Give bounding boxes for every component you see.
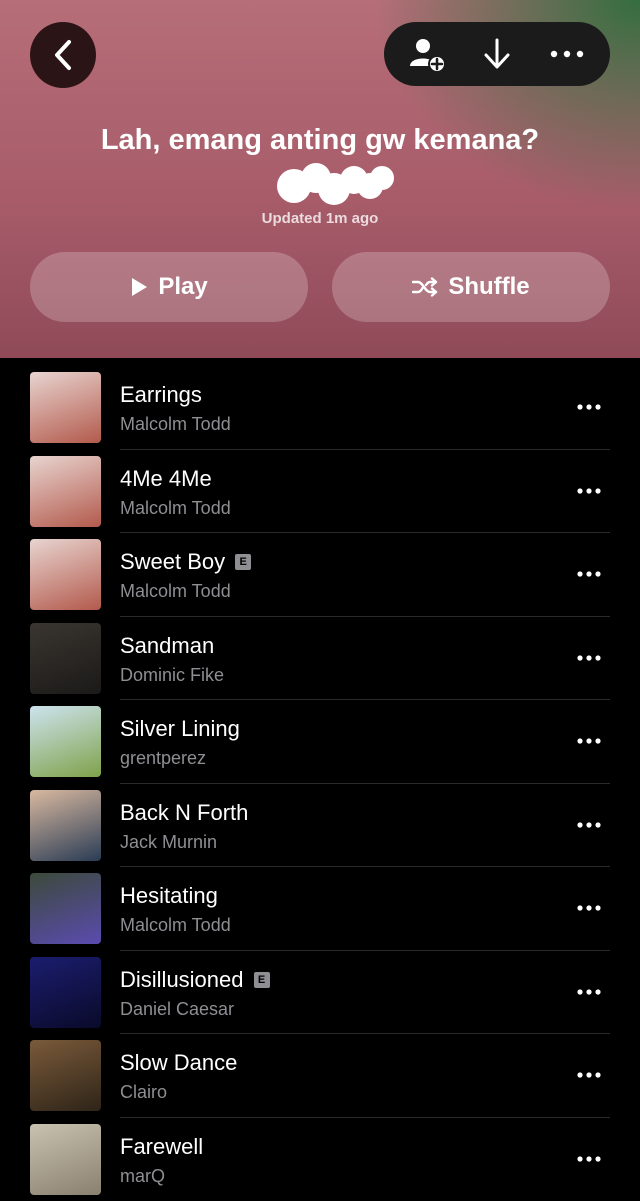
song-title-text: Disillusioned <box>120 967 244 993</box>
album-artwork <box>30 539 101 610</box>
song-more-button[interactable] <box>572 563 606 585</box>
back-button[interactable] <box>30 22 96 88</box>
download-button[interactable] <box>473 30 521 78</box>
add-person-icon <box>407 34 447 74</box>
shuffle-label: Shuffle <box>448 273 529 301</box>
song-more-button[interactable] <box>572 897 606 919</box>
song-row[interactable]: Sandman Dominic Fike <box>0 617 640 701</box>
playlist-title: Lah, emang anting gw kemana? <box>0 124 640 157</box>
song-title-text: 4Me 4Me <box>120 466 212 492</box>
play-label: Play <box>158 273 207 301</box>
song-more-button[interactable] <box>572 1064 606 1086</box>
song-row[interactable]: Farewell marQ <box>0 1118 640 1201</box>
more-options-button[interactable] <box>543 30 591 78</box>
song-more-button[interactable] <box>572 730 606 752</box>
song-title: Silver Lining <box>120 716 240 742</box>
playlist-header: Lah, emang anting gw kemana? Updated 1m … <box>0 0 640 358</box>
song-title: Farewell <box>120 1134 203 1160</box>
song-artist: Malcolm Todd <box>120 498 231 519</box>
song-title-text: Earrings <box>120 382 202 408</box>
album-artwork <box>30 873 101 944</box>
song-row[interactable]: Earrings Malcolm Todd <box>0 366 640 450</box>
more-horizontal-icon <box>550 50 584 58</box>
song-title-text: Hesitating <box>120 883 218 909</box>
song-row[interactable]: Sweet Boy EMalcolm Todd <box>0 533 640 617</box>
chevron-left-icon <box>52 39 74 71</box>
more-horizontal-icon <box>577 488 601 494</box>
song-title-text: Silver Lining <box>120 716 240 742</box>
more-horizontal-icon <box>577 905 601 911</box>
song-artist: Jack Murnin <box>120 832 217 853</box>
more-horizontal-icon <box>577 822 601 828</box>
song-more-button[interactable] <box>572 647 606 669</box>
song-title: Hesitating <box>120 883 218 909</box>
song-title-text: Sandman <box>120 633 214 659</box>
song-title: 4Me 4Me <box>120 466 212 492</box>
album-artwork <box>30 790 101 861</box>
album-artwork <box>30 1124 101 1195</box>
song-more-button[interactable] <box>572 480 606 502</box>
song-list: Earrings Malcolm Todd 4Me 4Me Malcolm Todd S… <box>0 366 640 1201</box>
redacted-creator-name <box>272 162 398 206</box>
explicit-badge: E <box>235 554 251 570</box>
song-artist: Malcolm Todd <box>120 414 231 435</box>
song-artist: Malcolm Todd <box>120 915 231 936</box>
album-artwork <box>30 706 101 777</box>
more-horizontal-icon <box>577 404 601 410</box>
song-title: Sandman <box>120 633 214 659</box>
song-row[interactable]: Slow Dance Clairo <box>0 1034 640 1118</box>
song-title: Back N Forth <box>120 800 248 826</box>
shuffle-button[interactable]: Shuffle <box>332 252 610 322</box>
song-artist: Clairo <box>120 1082 167 1103</box>
song-title: Slow Dance <box>120 1050 237 1076</box>
more-horizontal-icon <box>577 571 601 577</box>
play-button[interactable]: Play <box>30 252 308 322</box>
album-artwork <box>30 372 101 443</box>
song-artist: marQ <box>120 1166 165 1187</box>
song-title: Earrings <box>120 382 202 408</box>
header-actions <box>384 22 610 86</box>
song-title-text: Back N Forth <box>120 800 248 826</box>
more-horizontal-icon <box>577 1156 601 1162</box>
song-artist: Malcolm Todd <box>120 581 231 602</box>
add-collaborator-button[interactable] <box>403 30 451 78</box>
song-row[interactable]: Disillusioned E Daniel Caesar <box>0 951 640 1035</box>
song-title-text: Slow Dance <box>120 1050 237 1076</box>
song-artist: Dominic Fike <box>120 665 224 686</box>
updated-timestamp: Updated 1m ago <box>0 210 640 227</box>
download-arrow-icon <box>482 37 512 71</box>
more-horizontal-icon <box>577 989 601 995</box>
song-more-button[interactable] <box>572 396 606 418</box>
song-title-text: Farewell <box>120 1134 203 1160</box>
more-horizontal-icon <box>577 1072 601 1078</box>
song-title: Sweet Boy E <box>120 549 251 575</box>
song-row[interactable]: Silver Lining grentperez <box>0 700 640 784</box>
album-artwork <box>30 456 101 527</box>
song-more-button[interactable] <box>572 1148 606 1170</box>
song-artist: grentperez <box>120 748 206 769</box>
song-more-button[interactable] <box>572 814 606 836</box>
song-title: Disillusioned E <box>120 967 270 993</box>
song-more-button[interactable] <box>572 981 606 1003</box>
explicit-badge: E <box>254 972 270 988</box>
album-artwork <box>30 1040 101 1111</box>
more-horizontal-icon <box>577 655 601 661</box>
song-artist: Daniel Caesar <box>120 999 234 1020</box>
album-artwork <box>30 957 101 1028</box>
song-row[interactable]: Back N Forth Jack Murnin <box>0 784 640 868</box>
song-title-text: Sweet Boy <box>120 549 225 575</box>
more-horizontal-icon <box>577 738 601 744</box>
song-row[interactable]: 4Me 4Me Malcolm Todd <box>0 450 640 534</box>
shuffle-icon <box>412 277 438 297</box>
play-icon <box>130 277 148 297</box>
album-artwork <box>30 623 101 694</box>
song-row[interactable]: Hesitating Malcolm Todd <box>0 867 640 951</box>
